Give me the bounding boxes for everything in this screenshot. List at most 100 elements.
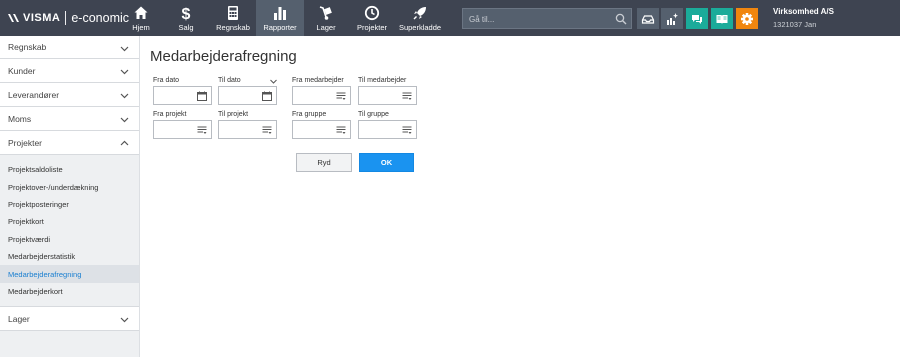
til-gruppe-label: Til gruppe bbox=[358, 111, 389, 118]
til-dato-field[interactable] bbox=[218, 86, 277, 106]
svg-text:$: $ bbox=[182, 6, 191, 21]
sidebar-section-regnskab[interactable]: Regnskab bbox=[0, 36, 139, 59]
sidebar-section-projekter[interactable]: Projekter bbox=[0, 131, 139, 155]
dashboard-button[interactable] bbox=[661, 8, 683, 29]
company-name: Virksomhed A/S bbox=[773, 7, 834, 16]
nav-item-regnskab[interactable]: Regnskab bbox=[211, 0, 255, 36]
home-icon bbox=[134, 6, 148, 19]
fra-medarbejder-input[interactable] bbox=[293, 89, 333, 106]
list-select-icon[interactable] bbox=[402, 91, 412, 101]
list-select-icon[interactable] bbox=[402, 125, 412, 135]
til-medarbejder-input[interactable] bbox=[359, 89, 399, 106]
fra-dato-input[interactable] bbox=[154, 89, 194, 106]
search-input[interactable] bbox=[463, 10, 631, 29]
fra-medarbejder-label: Fra medarbejder bbox=[292, 77, 344, 84]
dolly-icon bbox=[319, 6, 332, 20]
ryd-button[interactable]: Ryd bbox=[296, 153, 352, 172]
sidebar-section-lager[interactable]: Lager bbox=[0, 307, 139, 332]
gear-icon bbox=[741, 12, 753, 25]
help-book-button[interactable] bbox=[711, 8, 733, 29]
fra-dato-field[interactable] bbox=[153, 86, 212, 106]
visma-logo-icon bbox=[8, 14, 19, 22]
sidebar-section-label: Leverandører bbox=[8, 89, 60, 100]
book-icon bbox=[716, 14, 728, 24]
company-user: 1321037 Jan bbox=[773, 20, 817, 29]
list-select-icon[interactable] bbox=[336, 125, 346, 135]
til-medarbejder-label: Til medarbejder bbox=[358, 77, 407, 84]
sidebar-item-medarbejderkort[interactable]: Medarbejderkort bbox=[0, 283, 139, 300]
til-gruppe-input[interactable] bbox=[359, 123, 399, 140]
dollar-icon: $ bbox=[182, 6, 191, 21]
chat-button[interactable] bbox=[686, 8, 708, 29]
calculator-icon bbox=[228, 6, 238, 20]
chart-sparkle-icon bbox=[667, 12, 678, 25]
ok-button[interactable]: OK bbox=[359, 153, 414, 172]
page-title: Medarbejderafregning bbox=[150, 48, 297, 65]
fra-dato-label: Fra dato bbox=[153, 77, 180, 84]
main-content: Medarbejderafregning Fra dato Til dato F… bbox=[140, 36, 900, 357]
nav-item-salg[interactable]: $ Salg bbox=[164, 0, 208, 36]
chevron-down-icon bbox=[120, 317, 129, 323]
nav-item-superkladde[interactable]: Superkladde bbox=[396, 0, 444, 36]
nav-item-rapporter[interactable]: Rapporter bbox=[256, 0, 304, 36]
til-projekt-label: Til projekt bbox=[218, 111, 249, 118]
calendar-icon[interactable] bbox=[262, 91, 272, 101]
sidebar-item-projektkort[interactable]: Projektkort bbox=[0, 213, 139, 230]
sidebar-section-label: Projekter bbox=[8, 137, 43, 148]
nav-label: Salg bbox=[178, 23, 194, 32]
fra-gruppe-field[interactable] bbox=[292, 120, 351, 140]
list-select-icon[interactable] bbox=[336, 91, 346, 101]
sidebar: Regnskab Kunder Leverandører Moms Projek… bbox=[0, 36, 140, 357]
fra-projekt-field[interactable] bbox=[153, 120, 212, 140]
nav-item-hjem[interactable]: Hjem bbox=[119, 0, 163, 36]
til-projekt-input[interactable] bbox=[219, 123, 259, 140]
sidebar-section-leverandoerer[interactable]: Leverandører bbox=[0, 83, 139, 107]
til-gruppe-field[interactable] bbox=[358, 120, 417, 140]
inbox-button[interactable] bbox=[637, 8, 659, 29]
fra-gruppe-input[interactable] bbox=[293, 123, 333, 140]
chevron-down-icon bbox=[120, 117, 129, 123]
chevron-up-icon bbox=[120, 140, 129, 146]
nav-label: Rapporter bbox=[263, 23, 297, 32]
til-dato-input[interactable] bbox=[219, 89, 259, 106]
til-medarbejder-field[interactable] bbox=[358, 86, 417, 106]
fra-gruppe-label: Fra gruppe bbox=[292, 111, 327, 118]
sidebar-item-projektover-underdaekning[interactable]: Projektover-/underdækning bbox=[0, 178, 139, 195]
chevron-down-icon[interactable] bbox=[270, 78, 277, 85]
sidebar-section-kunder[interactable]: Kunder bbox=[0, 59, 139, 83]
fra-projekt-input[interactable] bbox=[154, 123, 194, 140]
sidebar-item-medarbejderafregning[interactable]: Medarbejderafregning bbox=[0, 265, 139, 283]
sidebar-item-projektposteringer[interactable]: Projektposteringer bbox=[0, 196, 139, 213]
clock-icon bbox=[364, 5, 380, 21]
sidebar-item-medarbejderstatistik[interactable]: Medarbejderstatistik bbox=[0, 248, 139, 265]
nav-label: Superkladde bbox=[398, 23, 442, 32]
sidebar-item-projektvaerdi[interactable]: Projektværdi bbox=[0, 231, 139, 248]
settings-button[interactable] bbox=[736, 8, 758, 29]
nav-item-projekter[interactable]: Projekter bbox=[350, 0, 394, 36]
nav-label: Lager bbox=[316, 23, 336, 32]
fra-medarbejder-field[interactable] bbox=[292, 86, 351, 106]
til-dato-label: Til dato bbox=[218, 77, 241, 84]
chevron-down-icon bbox=[120, 93, 129, 99]
sidebar-section-label: Moms bbox=[8, 113, 32, 124]
nav-label: Hjem bbox=[132, 23, 150, 32]
sidebar-item-projektsaldoliste[interactable]: Projektsaldoliste bbox=[0, 161, 139, 178]
fra-projekt-label: Fra projekt bbox=[153, 111, 187, 118]
nav-item-lager[interactable]: Lager bbox=[304, 0, 348, 36]
nav-label: Projekter bbox=[356, 23, 387, 32]
brand-separator bbox=[65, 11, 67, 25]
search-box[interactable] bbox=[462, 8, 632, 29]
sidebar-section-moms[interactable]: Moms bbox=[0, 107, 139, 131]
brand-logo[interactable]: VISMA e-conomic bbox=[8, 0, 129, 36]
search-icon[interactable] bbox=[615, 13, 627, 25]
list-select-icon[interactable] bbox=[197, 125, 207, 135]
til-projekt-field[interactable] bbox=[218, 120, 277, 140]
sidebar-section-label: Regnskab bbox=[8, 42, 47, 52]
company-switcher[interactable]: Virksomhed A/S 1321037 Jan bbox=[773, 7, 834, 29]
list-select-icon[interactable] bbox=[262, 125, 272, 135]
calendar-icon[interactable] bbox=[197, 91, 207, 101]
inbox-icon bbox=[641, 14, 655, 24]
nav-label: Regnskab bbox=[216, 23, 250, 32]
bar-chart-icon bbox=[274, 7, 286, 20]
sidebar-projekter-submenu: Projektsaldoliste Projektover-/underdækn… bbox=[0, 155, 139, 308]
